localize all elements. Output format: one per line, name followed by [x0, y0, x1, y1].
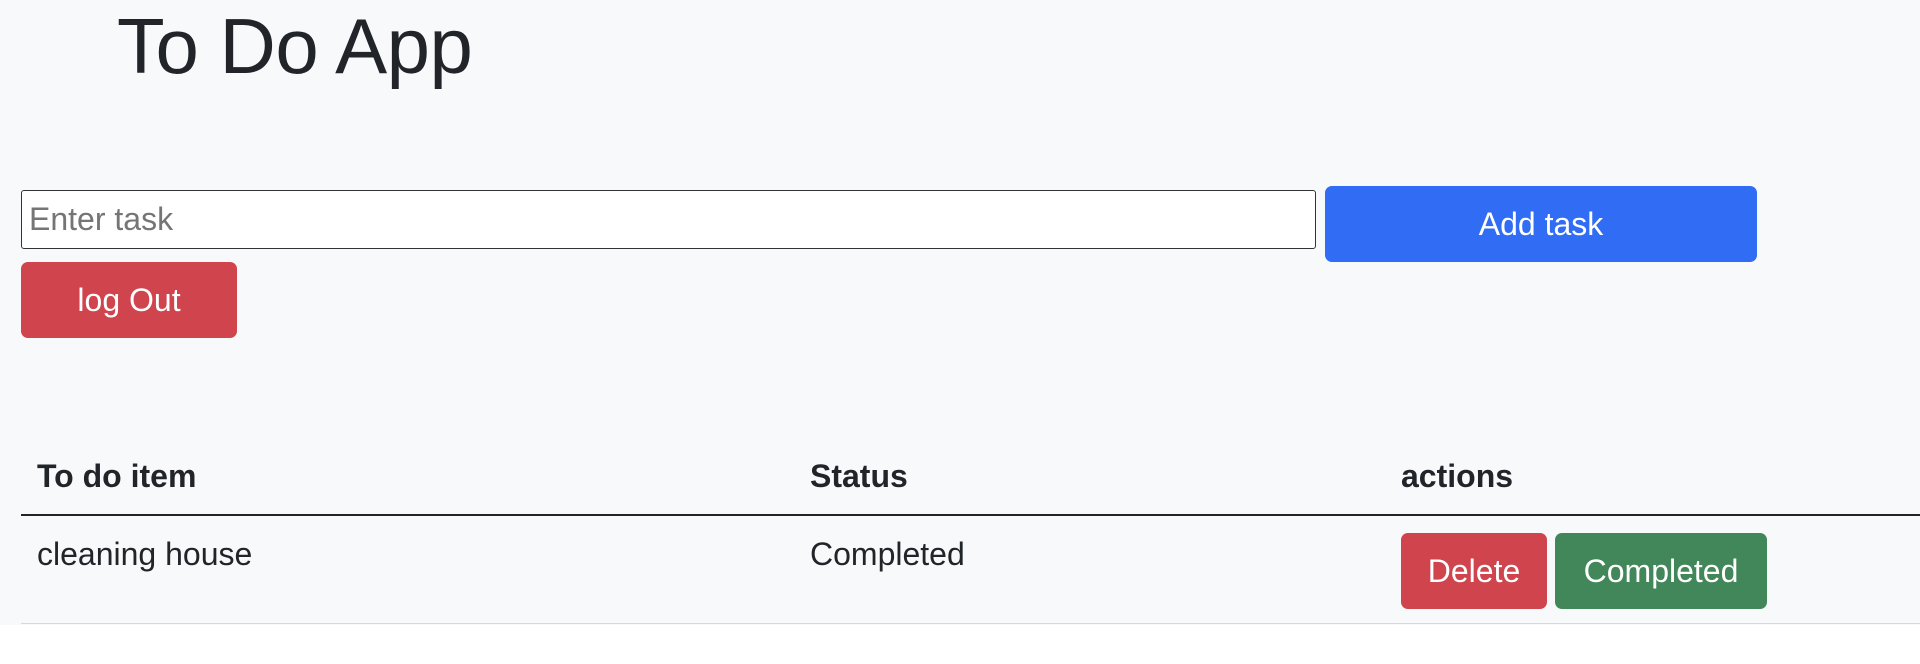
todo-table: To do item Status actions cleaning house…: [21, 437, 1920, 624]
task-input[interactable]: [21, 190, 1316, 249]
column-header-status: Status: [810, 458, 908, 494]
table-row: cleaning house Completed Delete Complete…: [21, 516, 1920, 624]
table-header: To do item Status actions: [21, 437, 1920, 516]
task-item-text: cleaning house: [37, 536, 253, 572]
delete-button[interactable]: Delete: [1401, 533, 1547, 609]
add-task-button[interactable]: Add task: [1325, 186, 1757, 262]
column-header-item: To do item: [37, 458, 197, 494]
logout-button[interactable]: log Out: [21, 262, 237, 338]
task-status-text: Completed: [810, 536, 965, 572]
page-title: To Do App: [117, 2, 473, 90]
todo-app: To Do App Add task log Out To do item St…: [0, 0, 1920, 625]
mark-completed-button[interactable]: Completed: [1555, 533, 1767, 609]
column-header-actions: actions: [1401, 458, 1514, 494]
